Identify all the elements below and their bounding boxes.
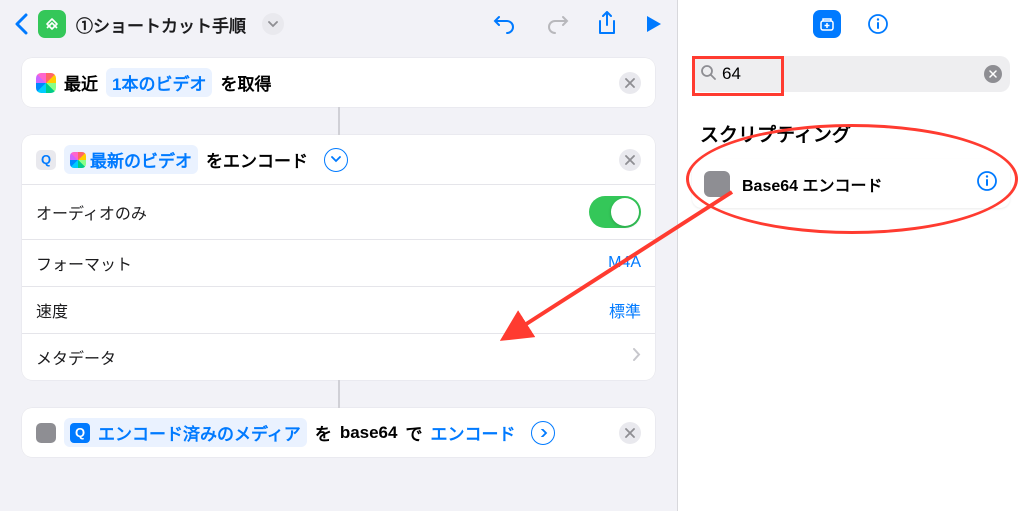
remove-action-button[interactable] — [619, 72, 641, 94]
connector-line — [22, 107, 655, 135]
latest-video-variable[interactable]: 最新のビデオ — [64, 145, 198, 174]
connector-line — [22, 380, 655, 408]
clear-search-button[interactable] — [984, 65, 1002, 83]
info-button[interactable] — [867, 13, 889, 35]
section-scripting-title: スクリプティング — [678, 98, 1024, 159]
search-input[interactable] — [722, 64, 978, 84]
result-label: Base64 エンコード — [742, 172, 883, 196]
editor-panel: ①ショートカット手順 最近 1本 — [0, 0, 678, 511]
remove-action-button[interactable] — [619, 149, 641, 171]
workflow-content: 最近 1本のビデオ を取得 Q 最新のビデオ をエンコード — [0, 48, 677, 511]
quicktime-icon: Q — [70, 423, 90, 443]
scripting-icon — [704, 171, 730, 197]
scripting-icon — [36, 423, 56, 443]
row-format[interactable]: フォーマット M4A — [22, 239, 655, 286]
action-base64-encode[interactable]: Q エンコード済みのメディア を base64 で エンコード — [22, 408, 655, 457]
redo-button[interactable] — [545, 13, 569, 35]
search-field[interactable] — [692, 56, 1010, 92]
title-menu-chevron[interactable] — [262, 13, 284, 35]
action-get-recent-video[interactable]: 最近 1本のビデオ を取得 — [22, 58, 655, 107]
chevron-right-icon — [633, 348, 641, 366]
row-audio-only: オーディオのみ — [22, 184, 655, 239]
video-count-variable[interactable]: 1本のビデオ — [106, 68, 212, 97]
photos-icon — [36, 73, 56, 93]
encode-mode-link[interactable]: エンコード — [430, 420, 515, 445]
editor-toolbar: ①ショートカット手順 — [0, 0, 677, 48]
get-video-prefix: 最近 — [64, 70, 98, 95]
library-icon[interactable] — [813, 10, 841, 38]
collapse-toggle[interactable] — [324, 148, 348, 172]
speed-value: 標準 — [609, 298, 641, 322]
format-value: M4A — [608, 254, 641, 272]
search-container — [678, 48, 1024, 98]
search-icon — [700, 64, 716, 85]
photos-icon — [70, 152, 86, 168]
back-button[interactable] — [14, 13, 28, 35]
encoded-media-variable[interactable]: Q エンコード済みのメディア — [64, 418, 307, 447]
row-metadata[interactable]: メタデータ — [22, 333, 655, 380]
share-button[interactable] — [597, 11, 617, 37]
undo-button[interactable] — [493, 13, 517, 35]
encode-suffix: をエンコード — [206, 147, 308, 172]
audio-only-toggle[interactable] — [589, 196, 641, 228]
action-encode-media[interactable]: Q 最新のビデオ をエンコード オーディオのみ フォーマット M4A — [22, 135, 655, 380]
result-info-button[interactable] — [976, 170, 998, 197]
action-result-base64-encode[interactable]: Base64 エンコード — [692, 159, 1010, 208]
library-toolbar — [678, 0, 1024, 48]
remove-action-button[interactable] — [619, 422, 641, 444]
row-speed[interactable]: 速度 標準 — [22, 286, 655, 333]
expand-toggle[interactable] — [531, 421, 555, 445]
run-button[interactable] — [645, 14, 663, 34]
shortcut-title[interactable]: ①ショートカット手順 — [76, 12, 246, 37]
shortcut-app-icon — [38, 10, 66, 38]
actions-library-panel: スクリプティング Base64 エンコード — [678, 0, 1024, 511]
quicktime-icon: Q — [36, 150, 56, 170]
get-video-suffix: を取得 — [220, 70, 271, 95]
